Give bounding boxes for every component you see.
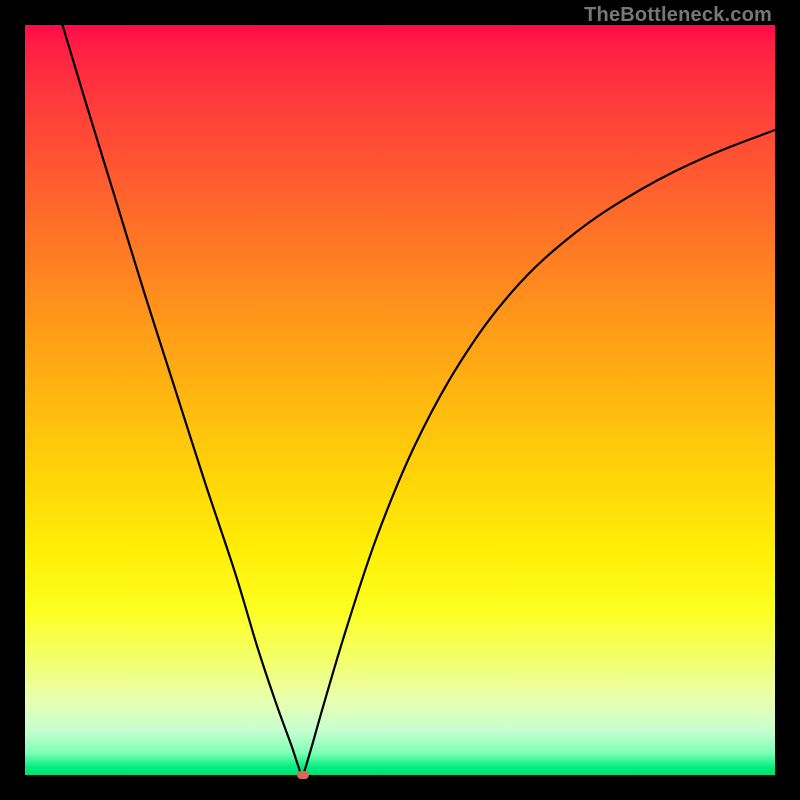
plot-area [25, 25, 775, 775]
watermark-text: TheBottleneck.com [584, 4, 772, 27]
curve-svg [25, 25, 775, 775]
chart-frame: TheBottleneck.com [0, 0, 800, 800]
bottleneck-curve [63, 25, 776, 775]
minimum-marker [297, 771, 309, 779]
